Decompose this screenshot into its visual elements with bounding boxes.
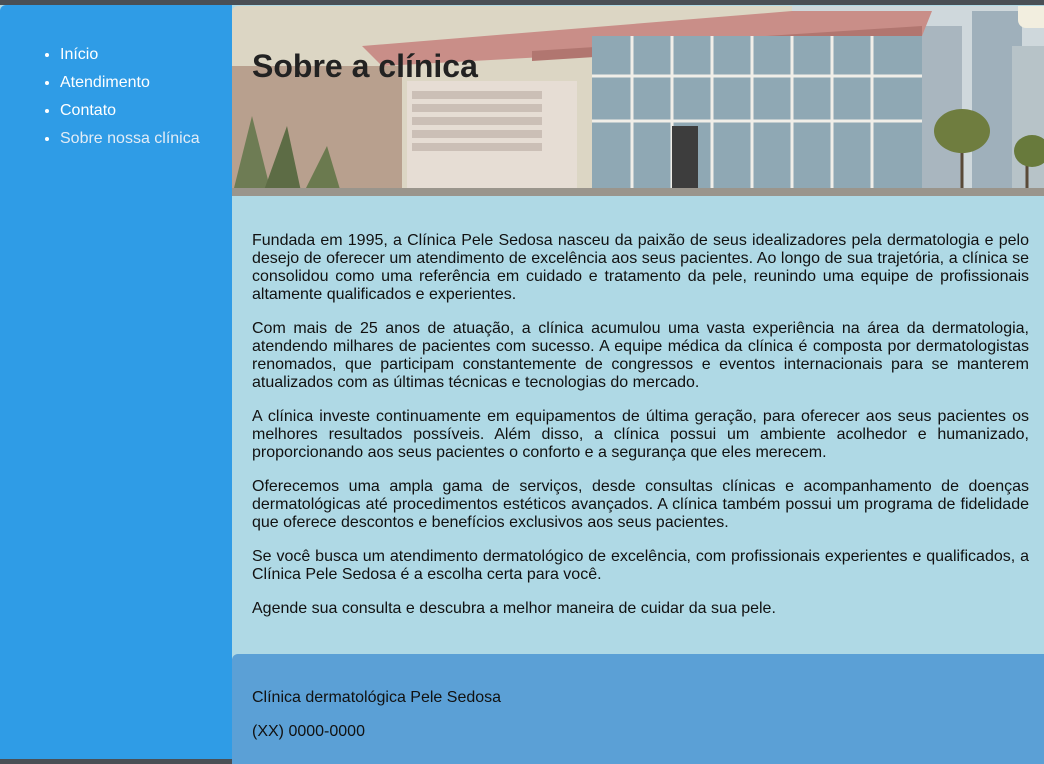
about-paragraph: Fundada em 1995, a Clínica Pele Sedosa n…	[252, 232, 1029, 303]
sidebar-nav: Início Atendimento Contato Sobre nossa c…	[0, 5, 232, 759]
about-paragraph: Oferecemos uma ampla gama de serviços, d…	[252, 478, 1029, 531]
site-footer: Clínica dermatológica Pele Sedosa (XX) 0…	[232, 654, 1044, 764]
nav-link-sobre[interactable]: Sobre nossa clínica	[60, 130, 200, 147]
footer-phone: (XX) 0000-0000	[252, 723, 365, 740]
nav-link-inicio[interactable]: Início	[60, 46, 98, 63]
corner-tab	[1018, 6, 1044, 28]
nav-item-inicio: Início	[60, 41, 200, 69]
nav-item-atendimento: Atendimento	[60, 69, 200, 97]
about-paragraph: Se você busca um atendimento dermatológi…	[252, 548, 1029, 583]
hero-banner: Sobre a clínica	[232, 6, 1044, 196]
about-content: Fundada em 1995, a Clínica Pele Sedosa n…	[252, 232, 1029, 634]
about-paragraph: A clínica investe continuamente em equip…	[252, 408, 1029, 461]
about-paragraph: Agende sua consulta e descubra a melhor …	[252, 600, 776, 617]
clinic-building-illustration	[232, 6, 1044, 196]
footer-clinic-name: Clínica dermatológica Pele Sedosa	[252, 689, 502, 706]
about-paragraph: Com mais de 25 anos de atuação, a clínic…	[252, 320, 1029, 391]
page: Início Atendimento Contato Sobre nossa c…	[0, 5, 1044, 764]
page-title: Sobre a clínica	[252, 48, 478, 84]
nav-item-contato: Contato	[60, 97, 200, 125]
nav-link-contato[interactable]: Contato	[60, 102, 116, 119]
nav-list: Início Atendimento Contato Sobre nossa c…	[60, 41, 200, 153]
nav-link-atendimento[interactable]: Atendimento	[60, 74, 150, 91]
nav-item-sobre: Sobre nossa clínica	[60, 125, 200, 153]
